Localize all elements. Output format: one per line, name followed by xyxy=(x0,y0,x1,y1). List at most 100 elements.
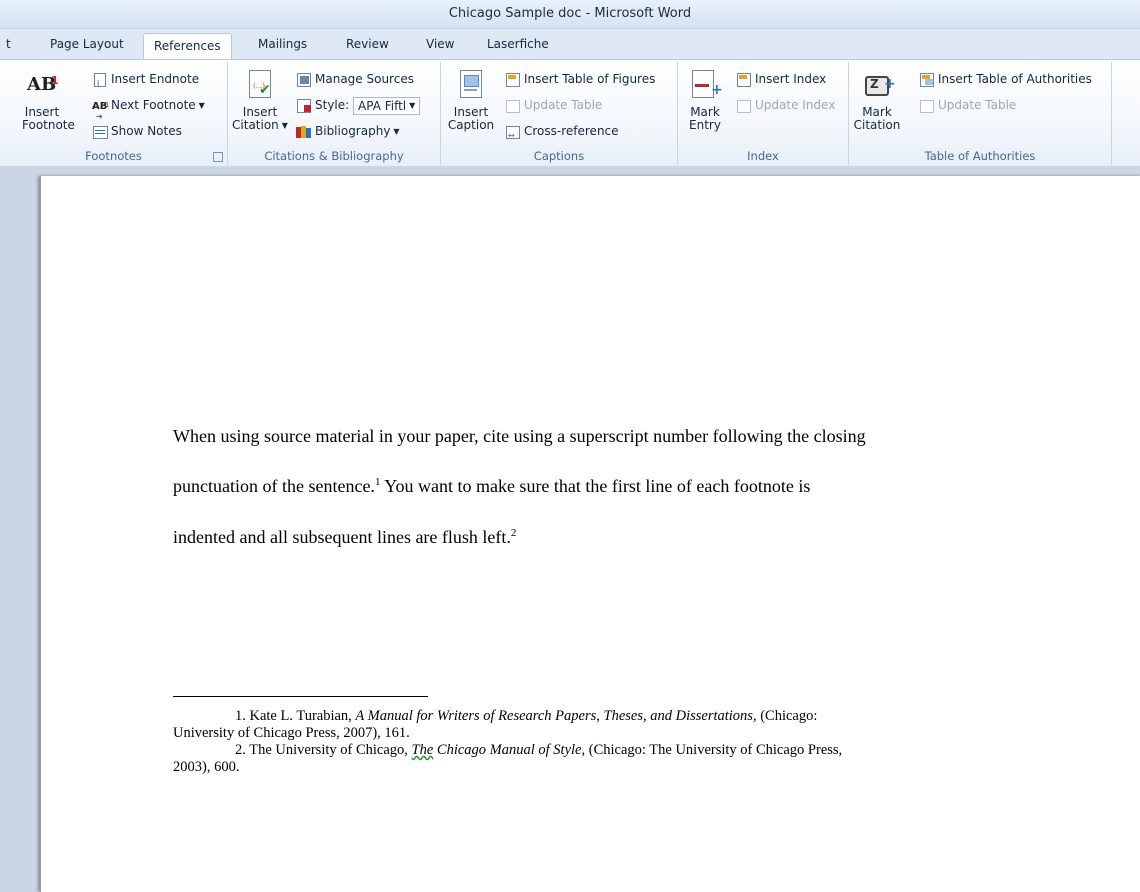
update-index-label: Update Index xyxy=(755,98,836,112)
title-bar: Chicago Sample doc - Microsoft Word xyxy=(0,0,1140,29)
body-line-3-text: indented and all subsequent lines are fl… xyxy=(173,527,511,547)
tab-page-layout[interactable]: Page Layout xyxy=(50,37,124,51)
window-title: Chicago Sample doc - Microsoft Word xyxy=(448,6,692,21)
style-select-box[interactable]: APA Fiftl ▼ xyxy=(353,96,421,115)
show-notes-label: Show Notes xyxy=(111,124,182,138)
table-of-authorities-group-label: Table of Authorities xyxy=(924,149,1036,163)
cross-reference-label: Cross-reference xyxy=(524,124,619,138)
insert-caption-icon xyxy=(456,70,486,102)
insert-table-of-figures-icon xyxy=(505,72,521,87)
style-label: Style: xyxy=(315,98,350,112)
footnote-2-rest: , (Chicago: The University of Chicago Pr… xyxy=(581,742,843,758)
style-select-value: APA Fiftl xyxy=(358,98,407,113)
citations-group: (...) ✔ Insert Citation ▼ Manage Sources … xyxy=(228,62,441,165)
mark-citation-button[interactable]: Z + Mark Citation xyxy=(853,70,901,132)
footnotes-group-label: Footnotes xyxy=(85,149,142,163)
update-index-button[interactable]: Update Index xyxy=(736,96,835,114)
tab-references[interactable]: References xyxy=(143,33,232,59)
insert-citation-dropdown-icon[interactable]: ▼ xyxy=(282,121,288,130)
cross-reference-icon: ↔ xyxy=(505,125,521,140)
update-table-icon xyxy=(505,99,521,113)
tab-view[interactable]: View xyxy=(426,37,454,51)
update-authorities-table-label: Update Table xyxy=(938,98,1017,112)
insert-caption-label-2: Caption xyxy=(447,118,495,132)
body-line-2[interactable]: punctuation of the sentence.1 You want t… xyxy=(173,476,810,497)
next-footnote-dropdown-icon[interactable]: ▼ xyxy=(199,101,205,110)
ribbon: AB 1 Insert Footnote i Insert Endnote AB… xyxy=(0,59,1140,167)
footnote-2-title: Chicago Manual of Style xyxy=(433,742,582,758)
insert-table-of-figures-button[interactable]: Insert Table of Figures xyxy=(505,70,655,88)
insert-table-of-figures-label: Insert Table of Figures xyxy=(524,72,656,86)
update-authorities-table-button[interactable]: Update Table xyxy=(919,96,1016,114)
insert-caption-button[interactable]: Insert Caption xyxy=(445,70,497,132)
footnote-2-number: 2. The University of Chicago, xyxy=(235,742,412,758)
insert-table-of-authorities-button[interactable]: Insert Table of Authorities xyxy=(919,70,1092,88)
insert-footnote-icon: AB 1 xyxy=(27,74,59,95)
insert-table-of-authorities-icon xyxy=(919,72,935,87)
update-table-button[interactable]: Update Table xyxy=(505,96,602,114)
tab-laserfiche[interactable]: Laserfiche xyxy=(487,37,549,51)
mark-entry-icon: + xyxy=(690,70,723,102)
body-line-2-text-b: You want to make sure that the first lin… xyxy=(380,476,811,496)
footnote-1-line-2[interactable]: University of Chicago Press, 2007), 161. xyxy=(173,725,410,742)
document-page[interactable]: When using source material in your paper… xyxy=(40,176,1140,892)
manage-sources-button[interactable]: Manage Sources xyxy=(296,70,414,88)
insert-index-button[interactable]: Insert Index xyxy=(736,70,826,88)
tab-mailings[interactable]: Mailings xyxy=(258,37,307,51)
next-footnote-button[interactable]: AB 1 ➜ Next Footnote ▼ xyxy=(92,96,205,121)
mark-entry-button[interactable]: + Mark Entry xyxy=(682,70,728,132)
citations-group-label: Citations & Bibliography xyxy=(264,149,404,163)
insert-index-label: Insert Index xyxy=(755,72,827,86)
update-index-icon xyxy=(736,99,752,113)
ribbon-tab-row: t Page Layout References Mailings Review… xyxy=(0,29,1140,59)
manage-sources-icon xyxy=(296,72,312,87)
bibliography-label: Bibliography xyxy=(315,124,391,138)
show-notes-button[interactable]: Show Notes xyxy=(92,122,182,140)
mark-citation-icon: Z + xyxy=(862,70,896,102)
footnote-separator xyxy=(173,696,428,697)
table-of-authorities-group: Z + Mark Citation Insert Table of Author… xyxy=(849,62,1112,165)
body-line-2-text-a: punctuation of the sentence. xyxy=(173,476,375,496)
insert-index-icon xyxy=(736,72,752,87)
footnote-1-title: A Manual for Writers of Research Papers,… xyxy=(355,708,753,724)
mark-entry-label-2: Entry xyxy=(689,118,721,132)
index-group-label: Index xyxy=(747,149,779,163)
footnotes-group: AB 1 Insert Footnote i Insert Endnote AB… xyxy=(0,62,228,165)
manage-sources-label: Manage Sources xyxy=(315,72,414,86)
style-selector[interactable]: Style: APA Fiftl ▼ xyxy=(296,96,421,115)
next-footnote-icon: AB 1 ➜ xyxy=(92,100,110,121)
document-area[interactable]: When using source material in your paper… xyxy=(0,166,1140,892)
style-icon xyxy=(296,98,312,113)
footnote-2-title-the: The xyxy=(411,742,434,758)
body-line-3[interactable]: indented and all subsequent lines are fl… xyxy=(173,527,516,548)
update-table-label: Update Table xyxy=(524,98,603,112)
footnote-1-rest: , (Chicago: xyxy=(752,708,818,724)
footnote-2-line-1[interactable]: 2. The University of Chicago, The Chicag… xyxy=(235,742,842,759)
tab-review[interactable]: Review xyxy=(346,37,389,51)
footnotes-dialog-launcher-icon[interactable] xyxy=(213,152,223,162)
footnote-1-number: 1. Kate L. Turabian, xyxy=(235,708,356,724)
footnote-1-line-1[interactable]: 1. Kate L. Turabian, A Manual for Writer… xyxy=(235,708,817,725)
bibliography-dropdown-icon[interactable]: ▼ xyxy=(393,127,399,136)
insert-endnote-button[interactable]: i Insert Endnote xyxy=(92,70,199,88)
tab-partial[interactable]: t xyxy=(6,37,11,51)
captions-group: Insert Caption Insert Table of Figures U… xyxy=(441,62,678,165)
insert-endnote-icon: i xyxy=(92,72,108,88)
bibliography-icon xyxy=(296,125,312,139)
captions-group-label: Captions xyxy=(533,149,585,163)
cross-reference-button[interactable]: ↔ Cross-reference xyxy=(505,122,619,140)
insert-citation-button[interactable]: (...) ✔ Insert Citation ▼ xyxy=(232,70,288,132)
insert-footnote-label-2: Footnote xyxy=(22,118,75,132)
insert-citation-icon: (...) ✔ xyxy=(245,70,275,102)
insert-citation-label-2: Citation xyxy=(232,118,279,132)
bibliography-button[interactable]: Bibliography ▼ xyxy=(296,122,400,140)
footnote-reference-2[interactable]: 2 xyxy=(511,527,517,539)
mark-citation-label-2: Citation xyxy=(853,118,901,132)
footnote-2-line-2[interactable]: 2003), 600. xyxy=(173,759,239,776)
insert-footnote-button[interactable]: AB 1 Insert Footnote xyxy=(22,70,75,132)
body-line-1[interactable]: When using source material in your paper… xyxy=(173,426,866,447)
index-group: + Mark Entry Insert Index Update Index I… xyxy=(678,62,849,165)
update-authorities-table-icon xyxy=(919,99,935,113)
style-dropdown-icon[interactable]: ▼ xyxy=(409,101,415,110)
next-footnote-label: Next Footnote xyxy=(111,98,196,112)
